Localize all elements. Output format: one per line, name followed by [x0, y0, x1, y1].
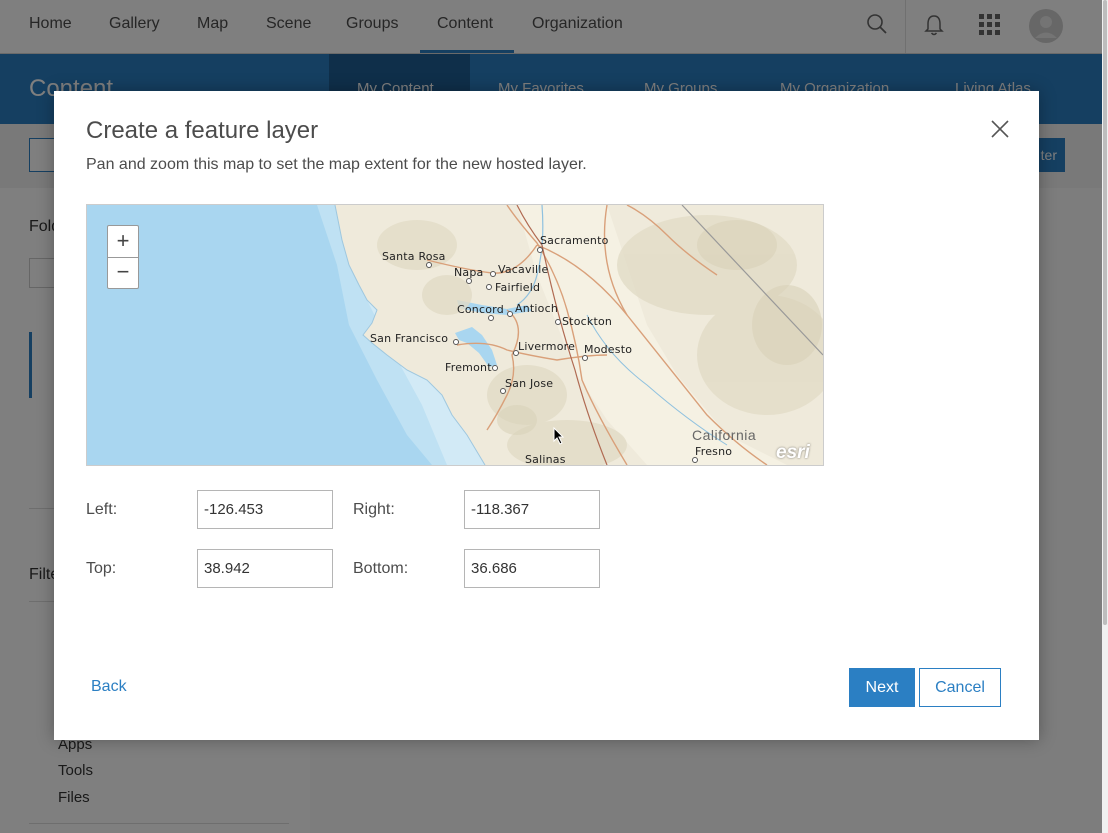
city-dot — [466, 278, 472, 284]
top-label: Top: — [86, 560, 117, 577]
right-extent-input[interactable] — [464, 490, 600, 529]
bottom-label: Bottom: — [353, 560, 409, 577]
city-label: San Jose — [505, 377, 554, 390]
city-dot — [507, 311, 513, 317]
city-dot — [582, 355, 588, 361]
next-button[interactable]: Next — [849, 668, 915, 707]
city-label: San Francisco — [370, 332, 449, 345]
city-dot — [500, 388, 506, 394]
city-label: Livermore — [518, 340, 576, 353]
back-link[interactable]: Back — [91, 678, 127, 696]
city-dot — [513, 350, 519, 356]
left-extent-input[interactable] — [197, 490, 333, 529]
dialog-title: Create a feature layer — [86, 117, 319, 144]
city-label: Stockton — [562, 315, 613, 328]
city-dot — [486, 284, 492, 290]
scrollbar[interactable] — [1102, 0, 1108, 833]
dialog-description: Pan and zoom this map to set the map ext… — [86, 156, 587, 173]
city-label: Fairfield — [495, 281, 541, 294]
mouse-pointer-icon — [553, 426, 565, 450]
zoom-in-button[interactable]: + — [108, 226, 138, 256]
city-dot — [490, 271, 496, 277]
top-extent-input[interactable] — [197, 549, 333, 588]
esri-logo: esri — [776, 442, 810, 463]
state-label: California — [692, 427, 757, 443]
city-dot — [492, 365, 498, 371]
close-icon[interactable] — [990, 119, 1010, 139]
city-dot — [692, 457, 698, 463]
city-label: Modesto — [584, 343, 633, 356]
extent-map[interactable]: + − Sacramento Santa Rosa Napa Vacaville… — [86, 204, 824, 466]
city-dot — [537, 247, 543, 253]
city-dot — [555, 319, 561, 325]
map-basemap — [87, 205, 823, 465]
city-dot — [426, 262, 432, 268]
city-dot — [488, 315, 494, 321]
cancel-button[interactable]: Cancel — [919, 668, 1001, 707]
city-label: Salinas — [525, 453, 566, 466]
city-label: Fresno — [695, 445, 733, 458]
map-zoom-control: + − — [107, 225, 139, 289]
city-label: Vacaville — [498, 263, 549, 276]
city-dot — [453, 339, 459, 345]
city-label: Concord — [457, 303, 504, 316]
bottom-extent-input[interactable] — [464, 549, 600, 588]
city-label: Sacramento — [540, 234, 609, 247]
city-label: Antioch — [515, 302, 559, 315]
create-feature-layer-dialog: Create a feature layer Pan and zoom this… — [54, 91, 1039, 740]
zoom-out-button[interactable]: − — [108, 257, 138, 287]
right-label: Right: — [353, 501, 395, 518]
scrollbar-thumb[interactable] — [1103, 0, 1107, 625]
left-label: Left: — [86, 501, 118, 518]
city-label: Fremont — [445, 361, 492, 374]
city-label: Santa Rosa — [382, 250, 446, 263]
